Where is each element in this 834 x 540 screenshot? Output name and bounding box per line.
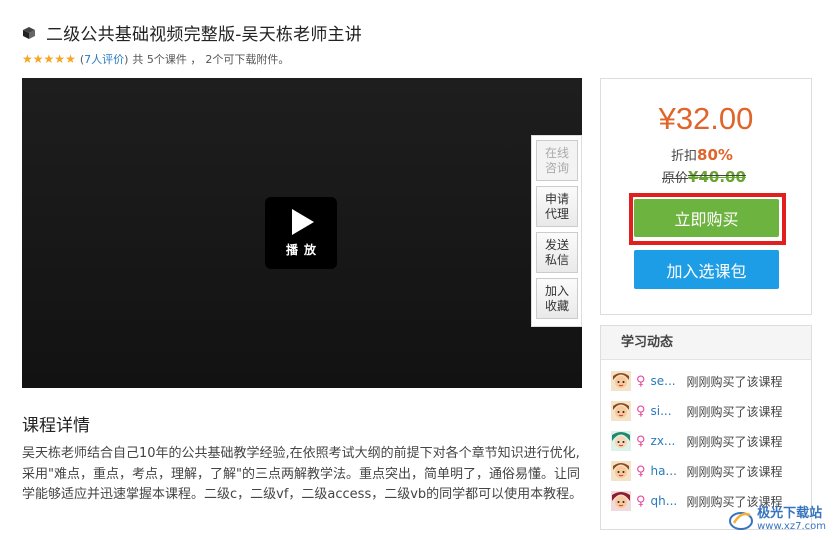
add-to-course-pack-button[interactable]: 加入选课包 <box>634 250 779 289</box>
activity-text: 刚刚购买了该课程 <box>686 374 783 389</box>
star-icon: ★ <box>43 52 55 66</box>
apply-agent-button[interactable]: 申请代理 <box>536 186 578 227</box>
discount-value: 80% <box>697 146 733 164</box>
activity-item: ♀ zx... 刚刚购买了该课程 <box>611 430 806 452</box>
avatar-icon <box>611 371 631 391</box>
course-title-row: 二级公共基础视频完整版-吴天栋老师主讲 <box>22 20 362 45</box>
activity-item: ♀ si... 刚刚购买了该课程 <box>611 400 806 422</box>
activity-user[interactable]: se... <box>651 374 687 388</box>
female-icon: ♀ <box>636 403 646 419</box>
activity-header: 学习动态 <box>601 326 811 360</box>
send-message-button[interactable]: 发送私信 <box>536 232 578 273</box>
star-icon: ★ <box>54 52 66 66</box>
activity-text: 刚刚购买了该课程 <box>686 464 783 479</box>
site-watermark: 极光下载站 www.xz7.com <box>728 507 826 532</box>
original-value: ¥40.00 <box>688 168 746 186</box>
play-label: 播放 <box>285 242 322 257</box>
discount-label: 折扣 <box>671 149 698 164</box>
course-meta: ★ ★ ★ ★ ★ ( 7人评价 ) 共 5个课件 ， 2个可下载附件。 <box>22 51 289 67</box>
original-price: 原价¥40.00 <box>662 167 746 186</box>
activity-user[interactable]: zx... <box>651 434 687 448</box>
side-toolbar: 在线咨询 申请代理 发送私信 加入收藏 <box>531 135 582 327</box>
star-icon: ★ <box>32 52 44 66</box>
discount: 折扣80% <box>671 145 733 164</box>
add-favorite-button[interactable]: 加入收藏 <box>536 278 578 319</box>
female-icon: ♀ <box>636 433 646 449</box>
play-button[interactable]: 播放 <box>265 197 337 269</box>
activity-item: ♀ se... 刚刚购买了该课程 <box>611 370 806 392</box>
buy-now-button[interactable]: 立即购买 <box>634 199 779 237</box>
female-icon: ♀ <box>636 373 646 389</box>
play-icon <box>292 208 314 235</box>
avatar-icon <box>611 461 631 481</box>
activity-text: 刚刚购买了该课程 <box>686 404 783 419</box>
activity-item: ♀ ha... 刚刚购买了该课程 <box>611 460 806 482</box>
original-label: 原价 <box>662 171 689 186</box>
watermark-logo-icon <box>729 511 754 530</box>
rating-stars: ★ ★ ★ ★ ★ <box>22 53 76 65</box>
watermark-url: www.xz7.com <box>757 521 826 532</box>
activity-user[interactable]: si... <box>651 404 687 418</box>
price-panel: ¥32.00 折扣80% 原价¥40.00 立即购买 加入选课包 <box>600 78 812 315</box>
course-title: 二级公共基础视频完整版-吴天栋老师主讲 <box>46 25 362 45</box>
online-consult-button[interactable]: 在线咨询 <box>536 140 578 181</box>
lessons-count: 共 5个课件 ， <box>132 53 202 66</box>
activity-text: 刚刚购买了该课程 <box>686 434 783 449</box>
paren-close: ) <box>124 52 129 66</box>
price: ¥32.00 <box>658 101 754 136</box>
activity-user[interactable]: qh... <box>651 494 687 508</box>
reviews-link[interactable]: 7人评价 <box>84 51 124 67</box>
activity-user[interactable]: ha... <box>651 464 687 478</box>
avatar-icon <box>611 401 631 421</box>
avatar-icon <box>611 491 631 511</box>
avatar-icon <box>611 431 631 451</box>
cube-icon <box>23 26 35 39</box>
watermark-text: 极光下载站 <box>757 506 823 521</box>
female-icon: ♀ <box>636 463 646 479</box>
star-icon: ★ <box>22 52 33 66</box>
attachments-count: 2个可下载附件。 <box>205 53 290 66</box>
activity-panel: 学习动态 ♀ se... 刚刚购买了该课程 ♀ si... 刚刚购买了该课程 ♀… <box>600 325 812 530</box>
video-player[interactable]: 播放 <box>22 78 582 388</box>
female-icon: ♀ <box>636 493 646 509</box>
details-title: 课程详情 <box>22 416 90 436</box>
details-body: 吴天栋老师结合自己10年的公共基础教学经验,在依照考试大纲的前提下对各个章节知识… <box>22 446 583 502</box>
star-icon: ★ <box>65 52 76 66</box>
